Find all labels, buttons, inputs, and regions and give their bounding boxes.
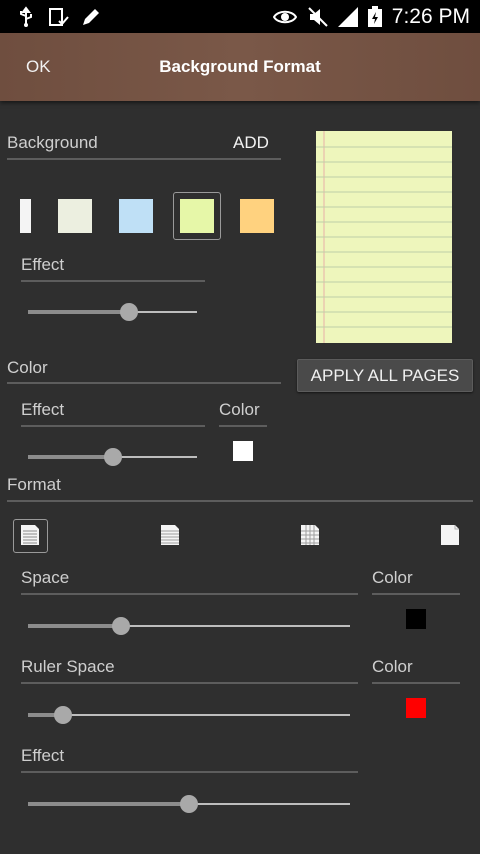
pencil-icon	[83, 9, 99, 25]
space-color-label: Color	[372, 568, 413, 587]
battery-charging-icon	[368, 6, 382, 27]
space-label: Space	[21, 568, 70, 587]
signal-icon	[338, 7, 358, 27]
ruler-space-slider[interactable]	[28, 706, 350, 724]
background-underline	[7, 158, 281, 160]
format-effect-slider[interactable]	[28, 795, 350, 813]
space-underline	[21, 593, 358, 595]
page-preview	[316, 131, 452, 343]
background-effect-underline	[21, 280, 205, 282]
swatch-yellow-green[interactable]	[180, 199, 214, 233]
clipboard-check-icon	[49, 8, 69, 26]
format-grid-icon[interactable]	[299, 524, 321, 546]
apply-all-pages-button[interactable]: APPLY ALL PAGES	[297, 359, 473, 392]
color-picker-underline	[219, 425, 267, 427]
format-label: Format	[7, 475, 61, 494]
ruler-space-label: Ruler Space	[21, 657, 115, 676]
format-lined-icon[interactable]	[19, 524, 41, 546]
format-effect-label: Effect	[21, 746, 65, 765]
space-slider[interactable]	[28, 617, 350, 635]
space-color-underline	[372, 593, 460, 595]
action-bar: Background Format OK	[0, 33, 480, 101]
color-effect-slider[interactable]	[28, 448, 197, 466]
background-label: Background	[7, 133, 98, 152]
ruler-color-label: Color	[372, 657, 413, 676]
mute-icon	[308, 7, 328, 27]
swatch-orange[interactable]	[240, 199, 274, 233]
slider-thumb[interactable]	[103, 448, 122, 466]
lined-paper-preview	[316, 131, 452, 343]
eye-icon	[273, 10, 297, 24]
ruler-color-underline	[372, 682, 460, 684]
format-blank-icon[interactable]	[439, 524, 461, 546]
swatch-blue[interactable]	[119, 199, 153, 233]
swatch-paper[interactable]	[58, 199, 92, 233]
color-section-underline	[7, 382, 281, 384]
color-effect-underline	[21, 425, 205, 427]
format-effect-underline	[21, 771, 358, 773]
slider-fill	[28, 802, 189, 806]
page-title: Background Format	[159, 57, 321, 76]
color-picker-label: Color	[219, 400, 260, 419]
slider-thumb[interactable]	[112, 617, 131, 635]
space-color-swatch[interactable]	[406, 609, 426, 629]
format-plain-lines-icon[interactable]	[159, 524, 181, 546]
background-effect-label: Effect	[21, 255, 65, 274]
format-underline	[7, 500, 473, 502]
ruler-space-underline	[21, 682, 358, 684]
swatch-white[interactable]	[20, 199, 31, 233]
ruler-color-swatch[interactable]	[406, 698, 426, 718]
color-effect-label: Effect	[21, 400, 65, 419]
color-section-label: Color	[7, 358, 48, 377]
add-button[interactable]: ADD	[233, 133, 269, 153]
usb-icon	[20, 6, 32, 27]
slider-fill	[28, 455, 113, 459]
slider-thumb[interactable]	[180, 795, 198, 813]
status-bar: 7:26 PM	[0, 0, 480, 33]
slider-fill	[28, 624, 122, 628]
clock: 7:26 PM	[391, 5, 470, 28]
ok-button[interactable]: OK	[26, 57, 51, 77]
slider-thumb[interactable]	[120, 303, 139, 321]
color-swatch[interactable]	[233, 441, 253, 461]
slider-fill	[28, 310, 130, 314]
slider-thumb[interactable]	[54, 706, 73, 724]
background-effect-slider[interactable]	[28, 303, 197, 321]
